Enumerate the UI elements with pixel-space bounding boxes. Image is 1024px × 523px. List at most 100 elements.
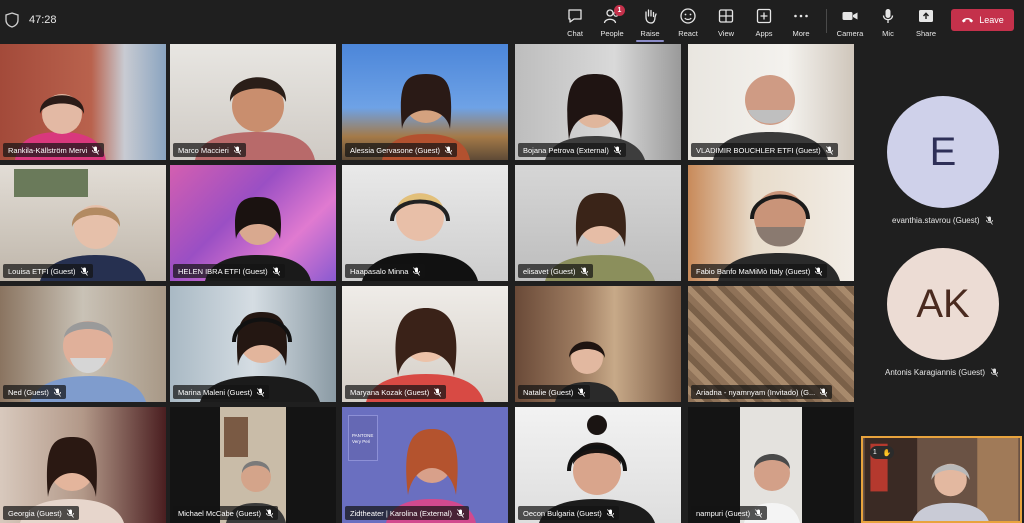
self-view-video[interactable]: 1 ✋: [861, 436, 1022, 523]
participant-name: Oecon Bulgaria (Guest): [523, 508, 602, 518]
share-button[interactable]: Share: [906, 5, 946, 39]
participant-name: Fabio Banfo MaMiMò Italy (Guest): [696, 266, 811, 276]
mic-off-icon: [820, 387, 828, 397]
mic-off-icon: [606, 508, 614, 518]
participant-tile[interactable]: Bojana Petrova (External): [515, 44, 681, 160]
mic-off-icon: [413, 266, 421, 276]
leave-button[interactable]: Leave: [951, 9, 1014, 31]
toolbar-divider: [826, 9, 827, 33]
participant-nametag: Bojana Petrova (External): [518, 143, 626, 157]
participant-name: Ariadna - nyamnyam (Invitado) (G...: [696, 387, 816, 397]
participant-name: Georgia (Guest): [8, 508, 62, 518]
participant-tile[interactable]: PANTONE Very Peri Zidtheater | Karolina …: [342, 407, 508, 523]
side-participant-name: Antonis Karagiannis (Guest): [885, 368, 998, 377]
participant-nametag: VLADIMIR BOUCHLER ETFI (Guest): [691, 143, 838, 157]
participant-nametag: Michael McCabe (Guest): [173, 506, 278, 520]
camera-icon: [842, 12, 858, 20]
participant-tile[interactable]: Michael McCabe (Guest): [170, 407, 336, 523]
participant-tile[interactable]: Maryana Kozak (Guest): [342, 286, 508, 402]
participant-nametag: Natalie (Guest): [518, 385, 591, 399]
avatar-initials: AK: [916, 281, 970, 326]
participant-tile[interactable]: Fabio Banfo MaMiMò Italy (Guest): [688, 165, 854, 281]
participant-tile[interactable]: Rankila-Källström Mervi: [0, 44, 166, 160]
participant-nametag: HELEN IBRA ETFI (Guest): [173, 264, 285, 278]
react-label: React: [678, 29, 698, 38]
mic-off-icon: [445, 145, 452, 155]
participant-name: Rankila-Källström Mervi: [8, 145, 88, 155]
participant-tile[interactable]: Georgia (Guest): [0, 407, 166, 523]
react-icon: [680, 8, 696, 24]
participant-nametag: Rankila-Källström Mervi: [3, 143, 105, 157]
participant-tile[interactable]: elisavet (Guest): [515, 165, 681, 281]
participant-name: Michael McCabe (Guest): [178, 508, 261, 518]
share-label: Share: [915, 29, 936, 38]
participant-nametag: Marina Maleni (Guest): [173, 385, 270, 399]
mic-off-icon: [457, 508, 464, 518]
participant-tile[interactable]: Ned (Guest): [0, 286, 166, 402]
participant-name: Alessia Gervasone (Guest): [350, 145, 441, 155]
participant-name: elisavet (Guest): [523, 266, 576, 276]
mic-off-icon: [266, 508, 273, 518]
mic-off-icon: [815, 266, 823, 276]
mic-off-icon: [233, 145, 241, 155]
participant-tile[interactable]: HELEN IBRA ETFI (Guest): [170, 165, 336, 281]
participant-nametag: Zidtheater | Karolina (External): [345, 506, 469, 520]
apps-button[interactable]: Apps: [744, 5, 784, 39]
chat-button[interactable]: Chat: [555, 5, 595, 39]
participant-name: Ned (Guest): [8, 387, 49, 397]
chat-icon: [568, 9, 582, 23]
mic-off-icon: [580, 266, 588, 276]
participant-tile[interactable]: Ariadna - nyamnyam (Invitado) (G...: [688, 286, 854, 402]
mic-off-icon: [92, 145, 100, 155]
participant-name: Natalie (Guest): [523, 387, 574, 397]
chat-label: Chat: [567, 29, 583, 38]
view-button[interactable]: View: [706, 5, 746, 39]
participant-tile[interactable]: VLADIMIR BOUCHLER ETFI (Guest): [688, 44, 854, 160]
more-label: More: [792, 29, 810, 38]
leave-label: Leave: [979, 15, 1004, 25]
raise-label: Raise: [640, 29, 660, 38]
participant-nametag: Alessia Gervasone (Guest): [345, 143, 458, 157]
participant-tile[interactable]: Haapasalo Minna: [342, 165, 508, 281]
raise-hand-button[interactable]: Raise: [630, 5, 670, 42]
participant-name: Bojana Petrova (External): [523, 145, 609, 155]
participant-nametag: nampuri (Guest): [691, 506, 768, 520]
participant-avatar[interactable]: AK: [887, 248, 999, 360]
participant-name: Louisa ETFI (Guest): [8, 266, 76, 276]
mic-off-icon: [755, 508, 763, 518]
participant-tile[interactable]: Natalie (Guest): [515, 286, 681, 402]
participant-tile[interactable]: nampuri (Guest): [688, 407, 854, 523]
people-label: People: [600, 29, 624, 38]
camera-button[interactable]: Camera: [830, 5, 870, 39]
participant-name: Marco Maccieri: [178, 145, 229, 155]
mic-off-icon: [434, 387, 442, 397]
participant-avatar[interactable]: E: [887, 96, 999, 208]
mic-off-icon: [613, 145, 621, 155]
more-button[interactable]: More: [781, 5, 821, 39]
participant-tile-speaking[interactable]: Alessia Gervasone (Guest): [342, 44, 508, 160]
participant-tile[interactable]: Oecon Bulgaria (Guest): [515, 407, 681, 523]
mic-off-icon: [272, 266, 280, 276]
participant-tile[interactable]: Louisa ETFI (Guest): [0, 165, 166, 281]
participant-nametag: Maryana Kozak (Guest): [345, 385, 447, 399]
people-button[interactable]: 1 People: [592, 5, 632, 39]
participant-name: Marina Maleni (Guest): [178, 387, 253, 397]
mic-off-icon: [257, 387, 265, 397]
mic-off-icon: [80, 266, 88, 276]
meeting-timer: 47:28: [29, 14, 57, 26]
react-button[interactable]: React: [668, 5, 708, 39]
participant-nametag: elisavet (Guest): [518, 264, 593, 278]
meeting-toolbar: 47:28 Chat 1 People Raise React View App…: [0, 0, 1024, 42]
participant-name: Zidtheater | Karolina (External): [350, 508, 452, 518]
view-label: View: [717, 29, 735, 38]
people-badge: 1: [614, 5, 625, 16]
participant-tile[interactable]: Marina Maleni (Guest): [170, 286, 336, 402]
participant-nametag: Haapasalo Minna: [345, 264, 426, 278]
mic-off-icon: [985, 216, 993, 225]
participant-tile[interactable]: Marco Maccieri: [170, 44, 336, 160]
participant-name: nampuri (Guest): [696, 508, 751, 518]
camera-label: Camera: [836, 29, 864, 38]
mic-button[interactable]: Mic: [868, 5, 908, 39]
mic-off-icon: [66, 508, 74, 518]
mic-off-icon: [825, 145, 833, 155]
